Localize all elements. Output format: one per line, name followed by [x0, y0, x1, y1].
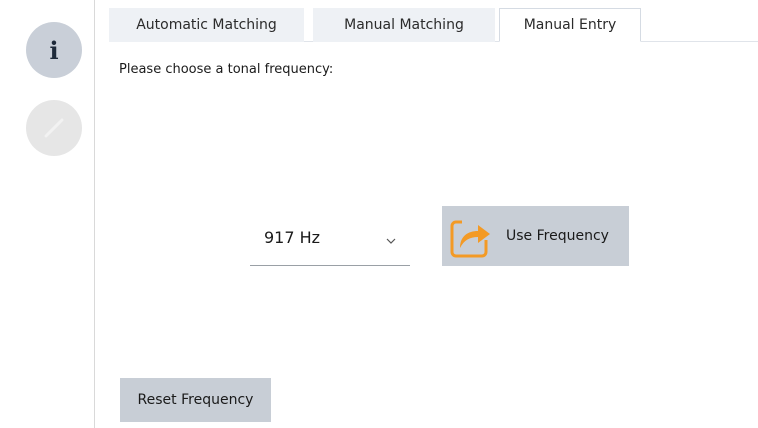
reset-frequency-button[interactable]: Reset Frequency: [120, 378, 271, 422]
frequency-select[interactable]: 917 Hz: [250, 216, 410, 266]
tab-manual-matching[interactable]: Manual Matching: [313, 8, 495, 42]
frequency-entry-panel: i Automatic Matching Manual Matching Man…: [0, 0, 758, 428]
info-button[interactable]: i: [26, 22, 82, 78]
use-frequency-label: Use Frequency: [506, 228, 609, 244]
frequency-select-value: 917 Hz: [264, 228, 321, 247]
tab-bar: Automatic Matching Manual Matching Manua…: [109, 8, 758, 42]
frequency-prompt: Please choose a tonal frequency:: [119, 62, 334, 77]
edit-pencil-icon: [44, 118, 64, 138]
info-icon: i: [49, 35, 59, 65]
tab-manual-entry[interactable]: Manual Entry: [499, 8, 641, 42]
edit-button[interactable]: [26, 100, 82, 156]
share-arrow-icon: [450, 220, 490, 258]
use-frequency-button[interactable]: Use Frequency: [442, 206, 629, 266]
chevron-down-icon: [386, 238, 396, 244]
left-rail: i: [0, 0, 95, 428]
tab-automatic-matching[interactable]: Automatic Matching: [109, 8, 304, 42]
